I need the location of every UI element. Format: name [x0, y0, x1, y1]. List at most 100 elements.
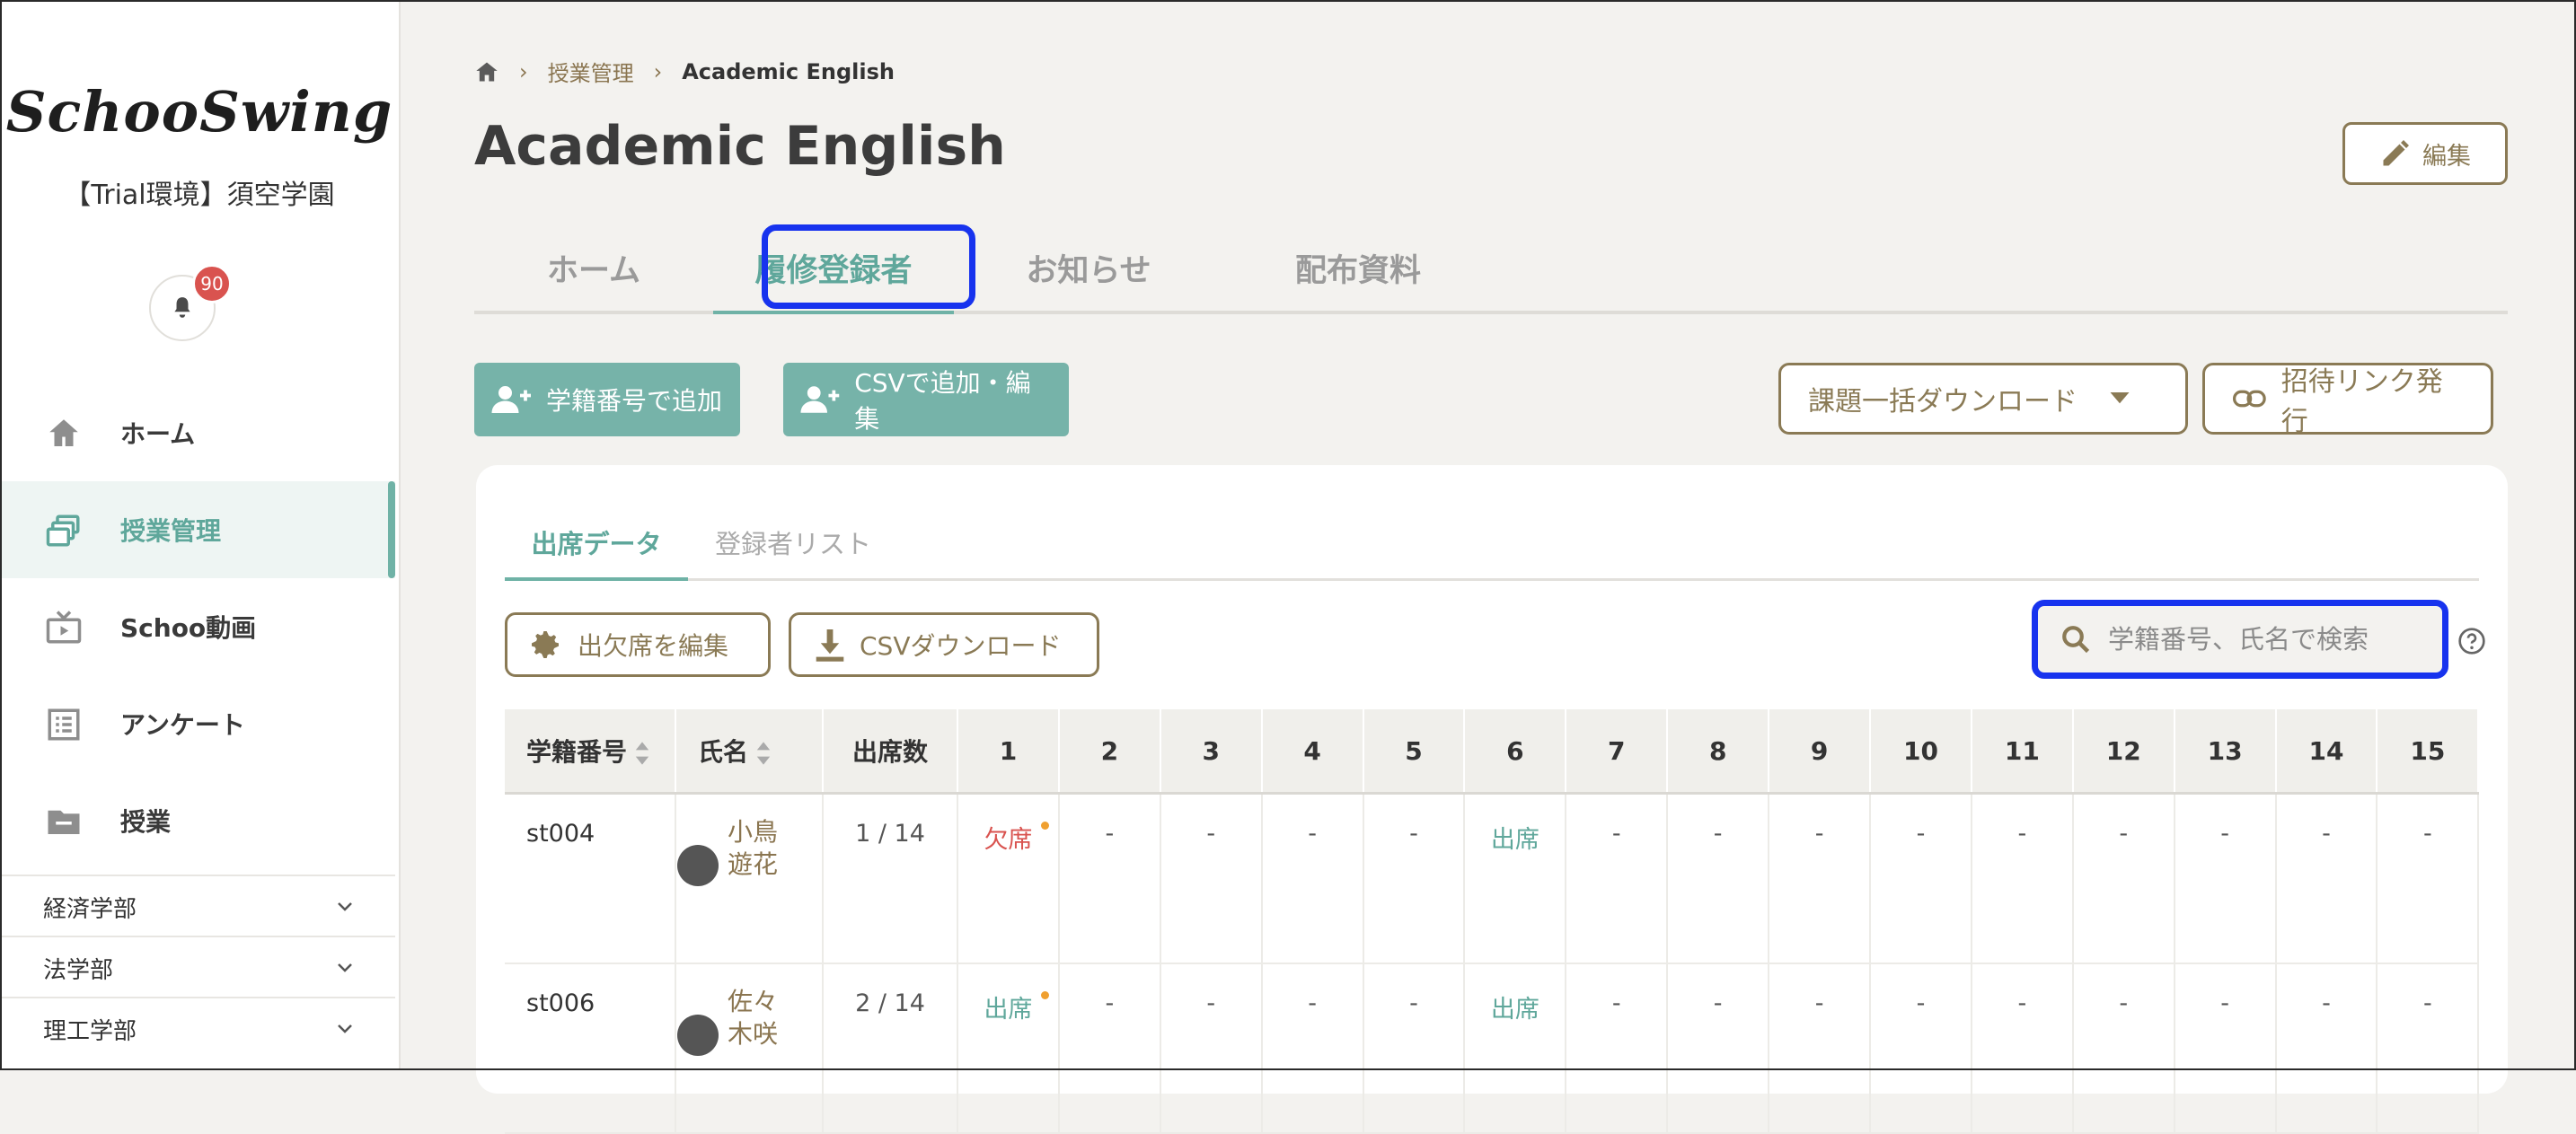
attendance-cell[interactable]: - — [1261, 963, 1364, 1134]
column-header-session: 14 — [2275, 709, 2378, 795]
attendance-cell[interactable]: - — [1870, 963, 1972, 1134]
home-icon[interactable] — [474, 60, 499, 84]
subtab-enrollee-list[interactable]: 登録者リスト — [688, 506, 898, 578]
sidebar-item-class-management[interactable]: 授業管理 — [0, 481, 395, 578]
column-header-session: 7 — [1566, 709, 1669, 795]
attendance-cell[interactable]: - — [2275, 963, 2378, 1134]
dept-science-engineering[interactable]: 理工学部 — [0, 997, 395, 1059]
attendance-cell[interactable]: - — [1667, 963, 1770, 1134]
attendance-cell[interactable]: - — [2174, 793, 2277, 964]
attendance-cell[interactable]: - — [2174, 963, 2277, 1134]
column-header-id[interactable]: 学籍番号 — [505, 709, 676, 795]
attendance-cell[interactable]: - — [2072, 963, 2175, 1134]
add-by-csv-button[interactable]: CSVで追加・編集 — [783, 363, 1069, 436]
bell-icon — [174, 297, 190, 318]
chevron-down-icon — [338, 902, 352, 911]
attendance-table: 学籍番号 氏名 出席数 1 2 3 4 5 6 7 8 9 10 11 12 1… — [505, 709, 2480, 1134]
csv-download-button[interactable]: CSVダウンロード — [789, 612, 1099, 677]
attendance-cell[interactable]: 出席 — [1464, 793, 1567, 964]
column-header-session: 4 — [1261, 709, 1364, 795]
add-by-student-id-button[interactable]: 学籍番号で追加 — [474, 363, 740, 436]
status-dot — [1041, 822, 1049, 830]
student-id: st004 — [505, 793, 676, 964]
attendance-cell[interactable]: - — [1261, 793, 1364, 964]
breadcrumb-link[interactable]: 授業管理 — [548, 56, 634, 87]
attendance-cell[interactable]: - — [1160, 963, 1263, 1134]
help-icon[interactable] — [2457, 627, 2486, 655]
column-header-session: 9 — [1769, 709, 1872, 795]
search-input[interactable] — [2106, 623, 2433, 655]
column-header-name[interactable]: 氏名 — [675, 709, 824, 795]
sidebar-item-class[interactable]: 授業 — [0, 772, 395, 869]
attendance-cell[interactable]: - — [1769, 793, 1872, 964]
sidebar-item-label: 授業管理 — [120, 516, 222, 546]
edit-attendance-button[interactable]: 出欠席を編集 — [505, 612, 771, 677]
notification-badge: 90 — [192, 264, 232, 303]
avatar — [677, 1015, 719, 1056]
column-header-session: 11 — [1971, 709, 2074, 795]
attendance-cell[interactable]: - — [1971, 793, 2074, 964]
subtab-attendance-data[interactable]: 出席データ — [505, 506, 688, 581]
attendance-cell[interactable]: - — [2377, 963, 2480, 1134]
chevron-right-icon: › — [519, 58, 528, 84]
download-icon — [816, 629, 844, 662]
attendance-cell[interactable]: 出席 — [1464, 963, 1567, 1134]
attendance-cell[interactable]: - — [2275, 793, 2378, 964]
bulk-assignment-download-button[interactable]: 課題一括ダウンロード — [1778, 363, 2188, 435]
tab-home[interactable]: ホーム — [474, 224, 713, 311]
sidebar-item-label: ホーム — [120, 419, 196, 449]
column-header-session: 12 — [2072, 709, 2175, 795]
sort-icon — [635, 742, 649, 765]
attendance-cell[interactable]: - — [1058, 793, 1161, 964]
attendance-cell[interactable]: - — [1870, 793, 1972, 964]
attendance-cell[interactable]: - — [1566, 793, 1669, 964]
caret-down-icon — [2110, 392, 2130, 404]
table-row: st006 佐々木咲 2 / 14 出席 - - - - 出席 - - - - … — [505, 963, 2480, 1134]
tab-materials[interactable]: 配布資料 — [1223, 224, 1493, 311]
app-logo[interactable]: SchooSwing — [0, 79, 399, 145]
sidebar-item-label: 授業 — [120, 807, 172, 837]
attendance-cell[interactable]: - — [1769, 963, 1872, 1134]
attendance-cell[interactable]: - — [1363, 793, 1466, 964]
attendance-cell[interactable]: - — [2377, 793, 2480, 964]
attendance-cell[interactable]: 欠席 — [957, 793, 1060, 964]
organization-name: 【Trial環境】須空学園 — [64, 180, 335, 211]
search-box[interactable] — [2032, 600, 2448, 679]
dept-law[interactable]: 法学部 — [0, 936, 395, 998]
column-header-session: 3 — [1160, 709, 1263, 795]
folder-icon — [48, 810, 80, 834]
sidebar-item-label: Schoo動画 — [120, 613, 257, 643]
attendance-cell[interactable]: - — [1566, 963, 1669, 1134]
pencil-icon — [2383, 140, 2409, 166]
sidebar-item-survey[interactable]: アンケート — [0, 675, 395, 772]
table-row: st004 小鳥遊花 1 / 14 欠席 - - - - 出席 - - - - … — [505, 793, 2480, 964]
column-header-session: 13 — [2174, 709, 2277, 795]
attendance-cell[interactable]: 出席 — [957, 963, 1060, 1134]
attendance-cell[interactable]: - — [1160, 793, 1263, 964]
column-header-session: 5 — [1363, 709, 1466, 795]
attendance-cell[interactable]: - — [1971, 963, 2074, 1134]
attendance-cell[interactable]: - — [1667, 793, 1770, 964]
dept-label: 経済学部 — [43, 895, 137, 923]
page-title: Academic English — [474, 115, 1006, 178]
status-dot — [1041, 991, 1049, 999]
edit-button[interactable]: 編集 — [2342, 122, 2508, 185]
sidebar-item-home[interactable]: ホーム — [0, 384, 395, 481]
attendance-cell[interactable]: - — [1058, 963, 1161, 1134]
dept-economics[interactable]: 経済学部 — [0, 875, 395, 937]
student-name[interactable]: 佐々木咲 — [728, 986, 781, 1050]
dept-label: 法学部 — [43, 956, 114, 984]
sidebar-item-schoo-video[interactable]: Schoo動画 — [0, 578, 395, 675]
invite-link-button[interactable]: 招待リンク発行 — [2202, 363, 2493, 437]
attendance-cell[interactable]: - — [2072, 793, 2175, 964]
edit-label: 編集 — [2422, 142, 2471, 171]
attendance-cell[interactable]: - — [1363, 963, 1466, 1134]
chevron-down-icon — [338, 1024, 352, 1033]
attendance-count: 2 / 14 — [823, 963, 958, 1134]
link-icon — [2232, 390, 2266, 408]
tab-announcements[interactable]: お知らせ — [954, 224, 1223, 311]
student-name[interactable]: 小鳥遊花 — [728, 816, 781, 881]
sidebar-item-label: アンケート — [120, 710, 245, 740]
column-header-session: 10 — [1870, 709, 1972, 795]
column-header-session: 15 — [2377, 709, 2480, 795]
